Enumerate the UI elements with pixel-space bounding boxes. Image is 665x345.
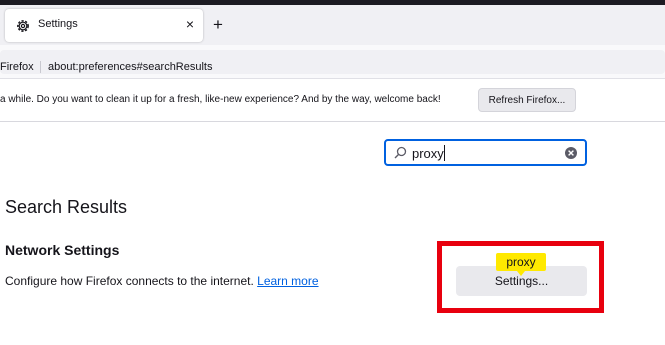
tab-bar: Settings × +	[0, 5, 665, 45]
new-tab-button[interactable]: +	[213, 16, 223, 33]
close-icon[interactable]: ×	[186, 14, 194, 34]
network-settings-description: Configure how Firefox connects to the in…	[5, 274, 319, 288]
clear-search-icon[interactable]	[565, 147, 577, 159]
tab-title: Settings	[38, 18, 78, 30]
notification-message: a while. Do you want to clean it up for …	[0, 94, 441, 105]
learn-more-link[interactable]: Learn more	[257, 274, 318, 288]
notification-bar: a while. Do you want to clean it up for …	[0, 79, 665, 122]
url-bar[interactable]: Firefox about:preferences#searchResults	[0, 50, 665, 74]
search-input[interactable]	[412, 143, 562, 163]
navigation-bar: Firefox about:preferences#searchResults	[0, 45, 665, 79]
search-match-tooltip: proxy	[496, 253, 546, 276]
refresh-firefox-button[interactable]: Refresh Firefox...	[478, 88, 576, 112]
preferences-content: Search Results Network Settings Configur…	[0, 122, 665, 345]
search-results-heading: Search Results	[5, 197, 128, 217]
gear-icon	[17, 20, 29, 32]
description-text: Configure how Firefox connects to the in…	[5, 274, 254, 288]
network-settings-title: Network Settings	[5, 242, 120, 258]
preferences-search[interactable]	[384, 139, 587, 166]
identity-label[interactable]: Firefox	[0, 61, 41, 73]
text-caret	[444, 145, 445, 161]
tab-settings[interactable]: Settings ×	[5, 9, 203, 42]
search-icon	[394, 146, 407, 159]
url-text[interactable]: about:preferences#searchResults	[48, 61, 212, 73]
